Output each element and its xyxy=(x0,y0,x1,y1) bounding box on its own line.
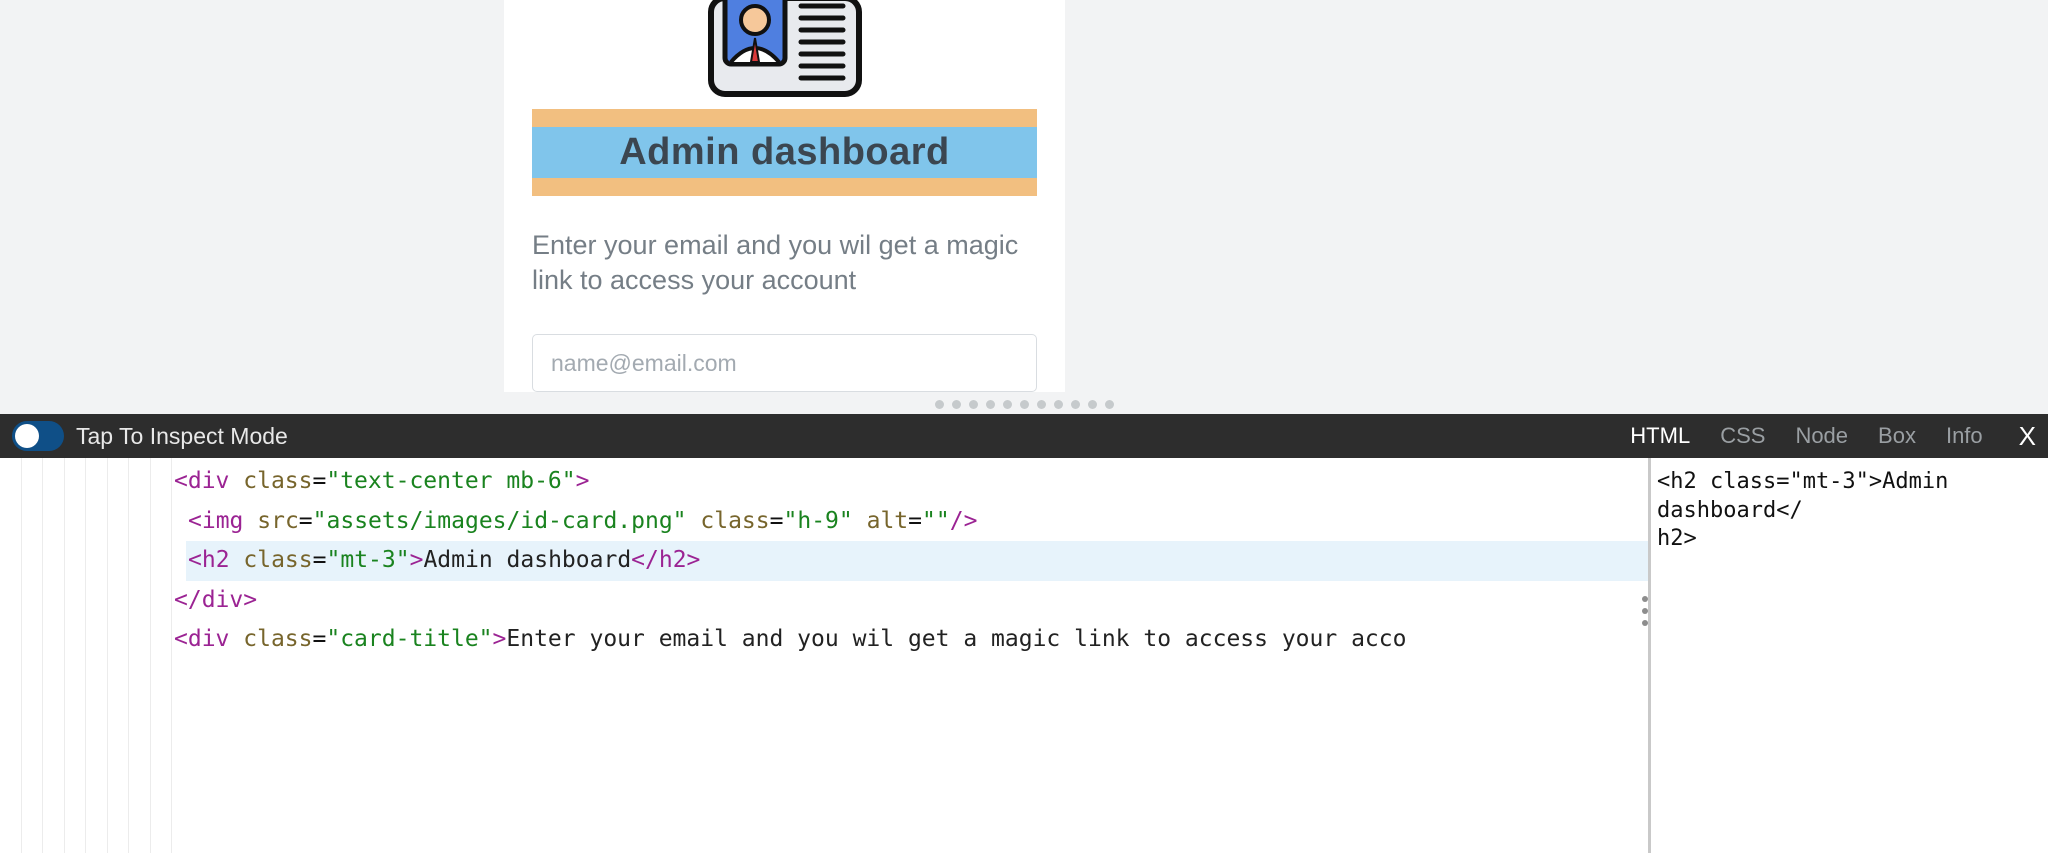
code-line-selected[interactable]: <h2 class="mt-3">Admin dashboard</h2> xyxy=(186,541,1648,581)
side-resize-grip[interactable] xyxy=(1642,596,1648,626)
close-devtools-button[interactable]: X xyxy=(2019,421,2036,452)
tab-html[interactable]: HTML xyxy=(1630,423,1690,449)
element-detail-pane[interactable]: <h2 class="mt-3">Admin dashboard</ h2> xyxy=(1648,458,2048,853)
email-field[interactable] xyxy=(532,334,1037,392)
code-line[interactable]: </div> xyxy=(172,581,1648,621)
element-highlight-margin: Admin dashboard xyxy=(532,109,1037,196)
code-line[interactable]: <img src="assets/images/id-card.png" cla… xyxy=(172,502,1648,542)
tab-css[interactable]: CSS xyxy=(1720,423,1765,449)
tab-box[interactable]: Box xyxy=(1878,423,1916,449)
tab-node[interactable]: Node xyxy=(1795,423,1848,449)
tab-info[interactable]: Info xyxy=(1946,423,1983,449)
login-card: Admin dashboard Enter your email and you… xyxy=(504,0,1065,392)
inspect-mode-label: Tap To Inspect Mode xyxy=(76,423,288,450)
dom-tree-gutter xyxy=(0,458,172,853)
code-line[interactable]: <div class="card-title">Enter your email… xyxy=(172,620,1648,660)
logo-wrap: Admin dashboard xyxy=(532,0,1037,196)
html-source-pane[interactable]: <div class="text-center mb-6"> <img src=… xyxy=(172,458,1648,853)
app-preview-pane: Admin dashboard Enter your email and you… xyxy=(0,0,2048,398)
inspect-mode-toggle[interactable] xyxy=(12,421,64,451)
page-title: Admin dashboard xyxy=(532,127,1037,178)
code-line[interactable]: <div class="text-center mb-6"> xyxy=(172,462,1648,502)
toggle-knob xyxy=(15,424,39,448)
devtools-tabs: HTML CSS Node Box Info X xyxy=(1630,421,2048,452)
page-subtitle: Enter your email and you wil get a magic… xyxy=(532,228,1037,298)
detail-line: <h2 class="mt-3">Admin dashboard</ xyxy=(1657,468,2042,525)
devtools-toolbar: Tap To Inspect Mode HTML CSS Node Box In… xyxy=(0,414,2048,458)
id-card-icon xyxy=(705,0,865,105)
detail-line: h2> xyxy=(1657,525,2042,554)
element-highlight-content: Admin dashboard xyxy=(532,127,1037,178)
pane-resize-grip[interactable] xyxy=(0,398,2048,414)
devtools-body: <div class="text-center mb-6"> <img src=… xyxy=(0,458,2048,853)
